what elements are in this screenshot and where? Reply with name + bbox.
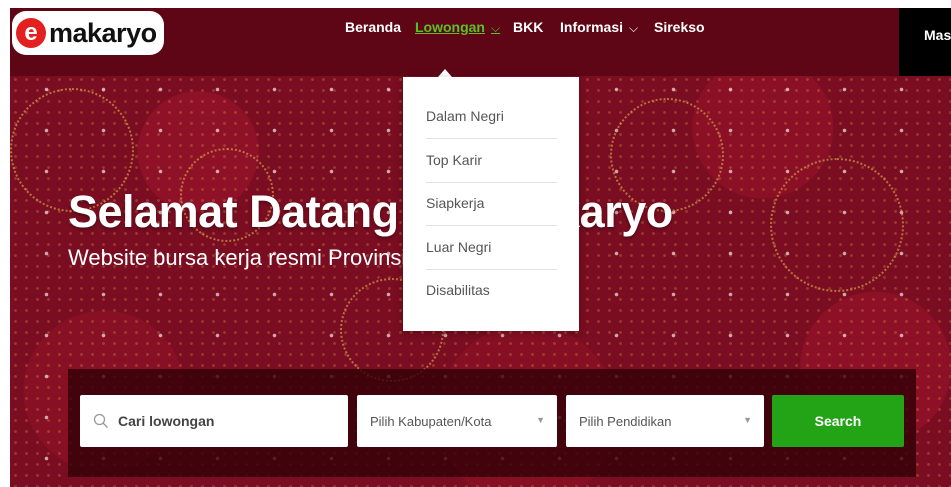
pendidikan-select-value: Pilih Pendidikan xyxy=(579,413,672,429)
search-icon xyxy=(93,413,108,428)
batik-swirl xyxy=(770,158,904,292)
dropdown-caret xyxy=(438,69,452,77)
search-input[interactable] xyxy=(116,412,320,430)
dropdown-item-disabilitas[interactable]: Disabilitas xyxy=(426,269,557,312)
chevron-down-icon: ⌵ xyxy=(629,21,639,35)
nav-item-beranda[interactable]: Beranda xyxy=(345,19,401,35)
nav-item-lowongan-label: Lowongan xyxy=(415,19,485,35)
logo-mark: e xyxy=(16,18,46,48)
nav-item-informasi-label: Informasi xyxy=(560,19,624,35)
select-arrow-icon: ▼ xyxy=(743,415,752,425)
logo-text: makaryo xyxy=(49,17,157,48)
dropdown-item-siapkerja[interactable]: Siapkerja xyxy=(426,182,557,226)
dropdown-item-dalam-negri[interactable]: Dalam Negri xyxy=(426,95,557,139)
nav-item-informasi[interactable]: Informasi ⌵ xyxy=(560,19,638,36)
kabupaten-select[interactable]: Pilih Kabupaten/Kota ▼ xyxy=(357,395,557,447)
dropdown-item-top-karir[interactable]: Top Karir xyxy=(426,139,557,183)
logo[interactable]: e makaryo xyxy=(12,11,164,55)
search-field xyxy=(80,395,348,447)
nav-item-lowongan[interactable]: Lowongan ⌵ xyxy=(415,19,500,36)
select-arrow-icon: ▼ xyxy=(536,415,545,425)
search-button[interactable]: Search xyxy=(772,395,904,447)
lowongan-dropdown-menu: Dalam Negri Top Karir Siapkerja Luar Neg… xyxy=(403,77,579,331)
login-area: Masuk xyxy=(899,8,951,76)
pendidikan-select[interactable]: Pilih Pendidikan ▼ xyxy=(566,395,764,447)
kabupaten-select-value: Pilih Kabupaten/Kota xyxy=(370,413,492,429)
chevron-down-icon: ⌵ xyxy=(491,21,501,35)
dropdown-item-luar-negri[interactable]: Luar Negri xyxy=(426,226,557,270)
nav-item-sirekso[interactable]: Sirekso xyxy=(654,19,705,35)
page: e makaryo Beranda Lowongan ⌵ BKK Informas… xyxy=(0,0,951,487)
nav-item-bkk[interactable]: BKK xyxy=(513,19,543,35)
hero-title: Selamat Datang di Emakaryo xyxy=(68,186,673,237)
login-link[interactable]: Masuk xyxy=(924,27,951,43)
